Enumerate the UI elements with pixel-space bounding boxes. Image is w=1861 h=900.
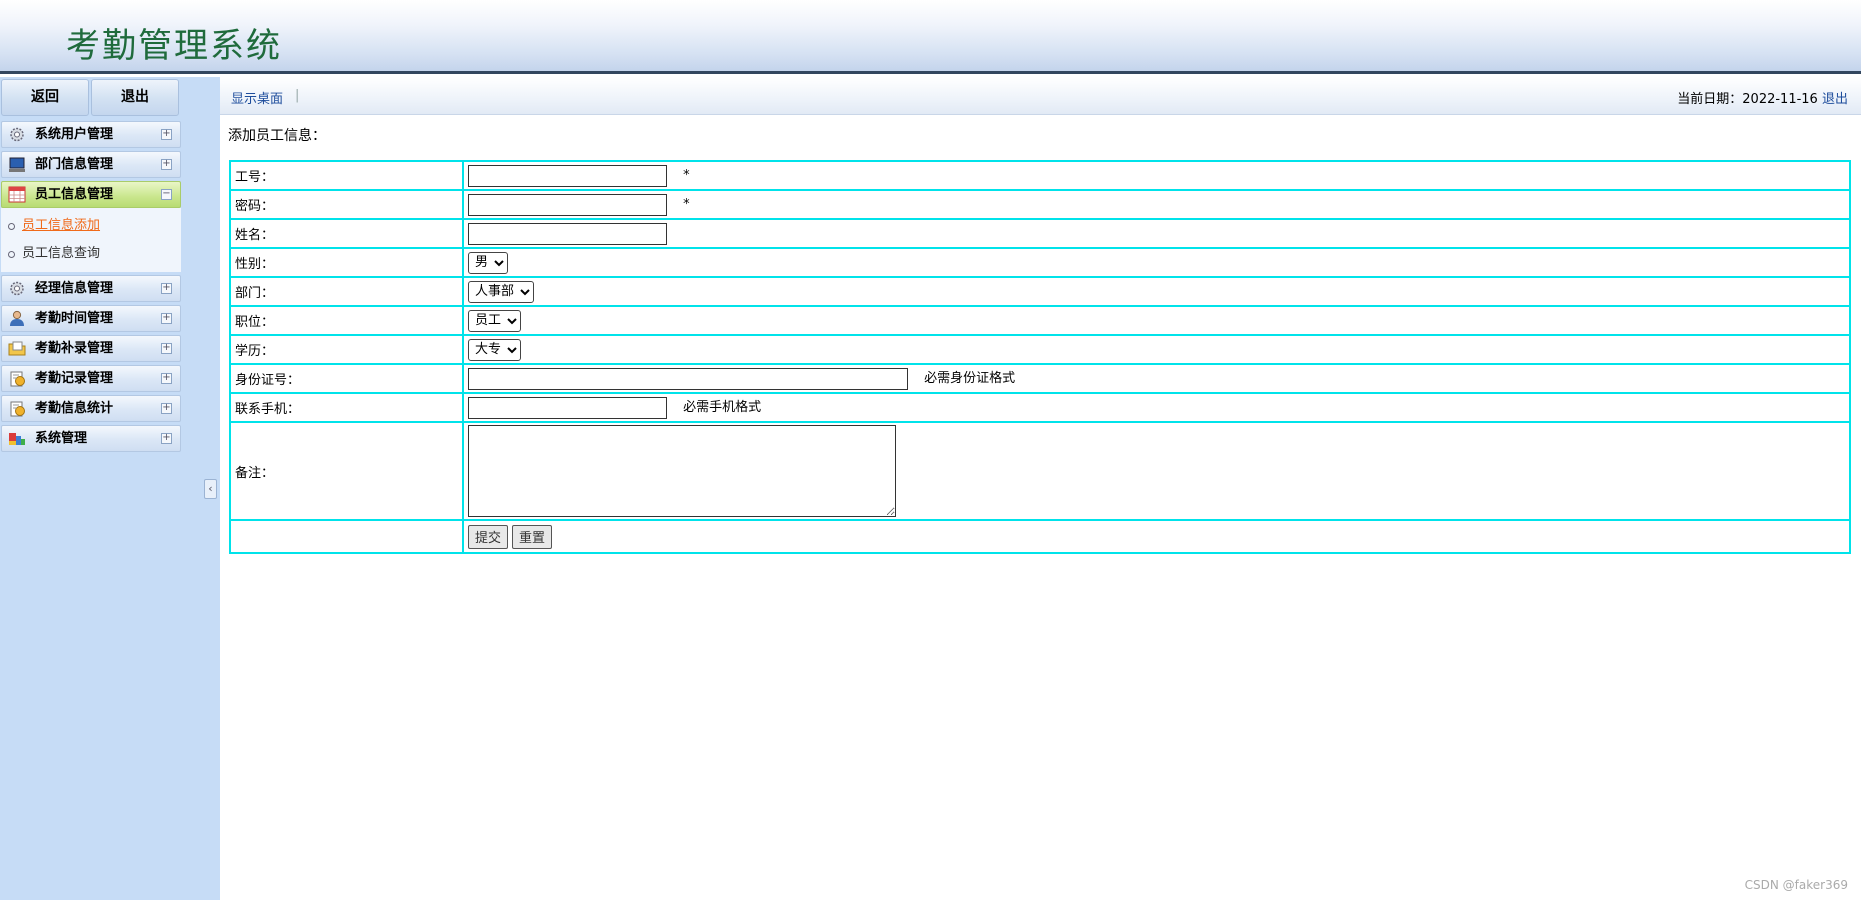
form-row-actions: 提交 重置 [230,520,1850,553]
name-input[interactable] [468,222,667,245]
required-mark: * [683,197,690,212]
menu-attendance-records[interactable]: 考勤记录管理 + [1,365,181,392]
exit-button[interactable]: 退出 [91,79,179,116]
field-label: 职位： [230,306,463,335]
menu-label: 考勤记录管理 [35,371,114,386]
menu-attendance-stats[interactable]: 考勤信息统计 + [1,395,181,422]
show-desktop-link[interactable]: 显示桌面 [231,88,283,107]
reset-button[interactable]: 重置 [512,524,553,549]
menu-attendance-supplement[interactable]: 考勤补录管理 + [1,335,181,362]
main-content: 显示桌面 | 当前日期：2022-11-16 退出 添加员工信息： 工号： * … [220,77,1861,900]
field-label: 姓名： [230,219,463,248]
field-label: 身份证号： [230,364,463,393]
monitor-icon [8,156,26,173]
field-label: 联系手机： [230,393,463,422]
menu-label: 考勤信息统计 [35,401,114,416]
expand-icon[interactable]: + [161,283,172,294]
person-icon [8,310,26,327]
emp-no-input[interactable] [468,164,667,187]
menu-system-admin[interactable]: 系统管理 + [1,425,181,452]
menu-label: 系统用户管理 [35,127,114,142]
content-topbar: 显示桌面 | 当前日期：2022-11-16 退出 [220,77,1861,115]
app-title: 考勤管理系统 [66,26,282,66]
gender-select[interactable]: 男 [468,251,508,274]
menu-managers[interactable]: 经理信息管理 + [1,275,181,302]
expand-icon[interactable]: + [161,373,172,384]
field-label: 部门： [230,277,463,306]
menu-label: 员工信息管理 [35,187,114,202]
menu-employees[interactable]: 员工信息管理 − [1,181,181,208]
menu-label: 考勤补录管理 [35,341,114,356]
clipboard-icon [8,400,26,417]
submit-button[interactable]: 提交 [468,524,509,549]
form-row-education: 学历： 大专 [230,335,1850,364]
menu-label: 考勤时间管理 [35,311,114,326]
menu-departments[interactable]: 部门信息管理 + [1,151,181,178]
submenu-add-employee[interactable]: 员工信息添加 [1,212,181,240]
id-card-hint: 必需身份证格式 [924,371,1016,387]
watermark: CSDN @faker369 [1744,878,1848,892]
department-select[interactable]: 人事部 [468,280,534,303]
form-row-id-card: 身份证号： 必需身份证格式 [230,364,1850,393]
sidebar-menu: 返回 退出 系统用户管理 + 部门信息管理 + 员工信息管理 − 员工信息添加 [0,77,182,452]
field-label: 性别： [230,248,463,277]
app-header: 考勤管理系统 [0,0,1861,74]
submenu-query-employee[interactable]: 员工信息查询 [1,240,181,268]
date-value: 2022-11-16 [1742,92,1818,107]
field-label: 工号： [230,161,463,190]
date-display: 当前日期：2022-11-16 退出 [1677,88,1848,107]
expand-icon[interactable]: + [161,403,172,414]
required-mark: * [683,168,690,183]
form-row-phone: 联系手机： 必需手机格式 [230,393,1850,422]
calendar-icon [8,186,26,203]
sidebar-collapse-icon[interactable]: ‹ [204,479,217,499]
folder-icon [8,340,26,357]
form-row-password: 密码： * [230,190,1850,219]
expand-icon[interactable]: + [161,433,172,444]
position-select[interactable]: 员工 [468,309,521,332]
menu-label: 经理信息管理 [35,281,114,296]
remark-textarea[interactable] [468,425,896,517]
collapse-icon[interactable]: − [161,189,172,200]
menu-label: 系统管理 [35,431,88,446]
gear-icon [8,280,26,297]
gear-icon [8,126,26,143]
menu-system-users[interactable]: 系统用户管理 + [1,121,181,148]
form-row-remark: 备注： [230,422,1850,520]
back-button[interactable]: 返回 [1,79,89,116]
form-row-gender: 性别： 男 [230,248,1850,277]
field-label: 学历： [230,335,463,364]
blocks-icon [8,430,26,447]
employee-form: 工号： * 密码： * 姓名： 性别： 男 部门： 人事部 职位： 员工 学历：… [229,160,1851,554]
form-row-department: 部门： 人事部 [230,277,1850,306]
password-input[interactable] [468,193,667,216]
sidebar-top-buttons: 返回 退出 [0,77,182,118]
clipboard-icon [8,370,26,387]
date-label: 当前日期： [1677,92,1743,107]
expand-icon[interactable]: + [161,343,172,354]
logout-link[interactable]: 退出 [1822,92,1848,107]
employee-submenu: 员工信息添加 员工信息查询 [1,208,181,272]
empty-cell [230,520,463,553]
form-row-position: 职位： 员工 [230,306,1850,335]
form-title: 添加员工信息： [228,128,326,144]
education-select[interactable]: 大专 [468,338,521,361]
form-row-name: 姓名： [230,219,1850,248]
expand-icon[interactable]: + [161,313,172,324]
expand-icon[interactable]: + [161,129,172,140]
phone-input[interactable] [468,396,667,419]
topbar-separator: | [295,88,300,103]
field-label: 密码： [230,190,463,219]
sidebar: 返回 退出 系统用户管理 + 部门信息管理 + 员工信息管理 − 员工信息添加 [0,77,220,900]
menu-attendance-time[interactable]: 考勤时间管理 + [1,305,181,332]
expand-icon[interactable]: + [161,159,172,170]
id-card-input[interactable] [468,367,908,390]
form-row-emp-no: 工号： * [230,161,1850,190]
phone-hint: 必需手机格式 [683,400,762,416]
menu-label: 部门信息管理 [35,157,114,172]
field-label: 备注： [230,422,463,520]
